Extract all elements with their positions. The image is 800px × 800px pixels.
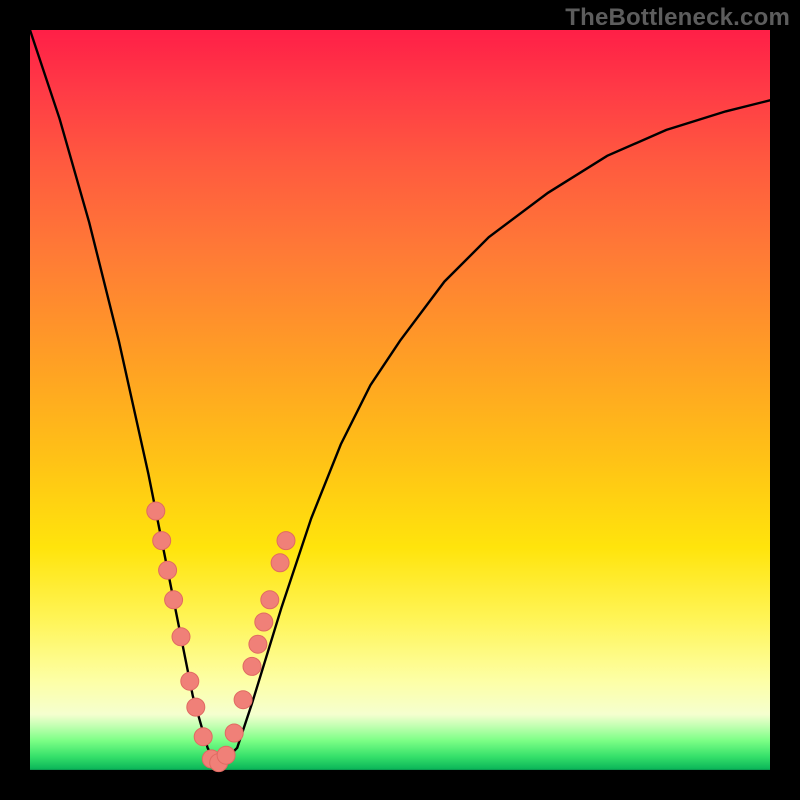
marker-dot (234, 691, 252, 709)
marker-dot (153, 532, 171, 550)
marker-dot (243, 657, 261, 675)
plot-area (30, 30, 770, 770)
marker-dot (271, 554, 289, 572)
curve-path-group (30, 30, 770, 763)
marker-dot (194, 728, 212, 746)
watermark-text: TheBottleneck.com (565, 4, 790, 32)
marker-dot (147, 502, 165, 520)
curve-svg (30, 30, 770, 770)
marker-dot (187, 698, 205, 716)
marker-dot (277, 532, 295, 550)
outer-frame: TheBottleneck.com (0, 0, 800, 800)
marker-dot (249, 635, 267, 653)
marker-dot (159, 561, 177, 579)
marker-dot (225, 724, 243, 742)
marker-dot (172, 628, 190, 646)
marker-dot (181, 672, 199, 690)
marker-dot (261, 591, 279, 609)
marker-dot (255, 613, 273, 631)
marker-dot (165, 591, 183, 609)
marker-dot (217, 746, 235, 764)
bottleneck-curve (30, 30, 770, 763)
